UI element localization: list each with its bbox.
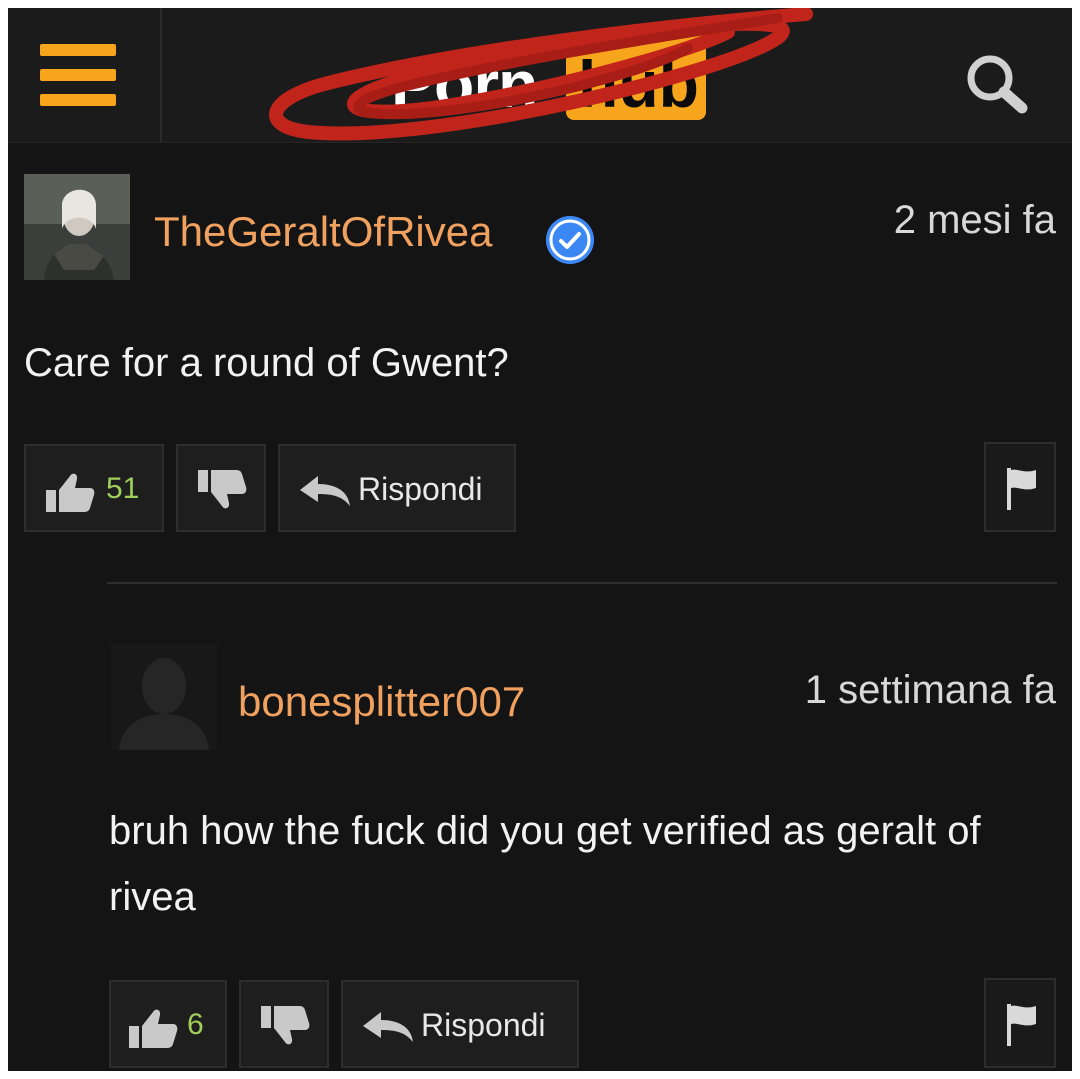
flag-button[interactable]: [984, 442, 1056, 532]
avatar-image: [24, 174, 130, 280]
comment-username[interactable]: TheGeraltOfRivea: [154, 208, 492, 256]
reply-arrow-icon: [363, 1012, 413, 1042]
reply-label: Rispondi: [358, 471, 483, 507]
verified-badge-icon: [546, 216, 594, 264]
comment-text: Care for a round of Gwent?: [24, 341, 509, 385]
search-icon[interactable]: [958, 48, 1038, 118]
top-nav-bar: Porn hub: [8, 8, 1072, 143]
flag-button[interactable]: [984, 978, 1056, 1068]
reply-button[interactable]: Rispondi: [341, 980, 579, 1068]
red-scribble-overlay: [269, 8, 813, 141]
comment-text: bruh how the fuck did you get verified a…: [109, 809, 981, 919]
like-button[interactable]: 51: [24, 444, 164, 532]
comment-timestamp: 2 mesi fa: [893, 198, 1056, 242]
thumbs-up-icon: [129, 1009, 178, 1048]
like-count: 51: [106, 472, 140, 505]
comment-username[interactable]: bonesplitter007: [238, 678, 525, 726]
reply-arrow-icon: [300, 476, 350, 506]
comment-timestamp: 1 settimana fa: [804, 668, 1056, 712]
like-button[interactable]: 6: [109, 980, 227, 1068]
reply-button[interactable]: Rispondi: [278, 444, 516, 532]
avatar[interactable]: [24, 174, 130, 280]
hamburger-menu-icon: [40, 44, 116, 56]
dislike-button[interactable]: [239, 980, 329, 1068]
dislike-button[interactable]: [176, 444, 266, 532]
reply-label: Rispondi: [421, 1007, 546, 1043]
screen: Porn hub TheGeraltOfRivea 2 mesi fa Care…: [8, 8, 1072, 1071]
like-count: 6: [187, 1008, 204, 1041]
thumbs-down-icon: [261, 1006, 310, 1045]
hamburger-menu-icon-bar: [40, 69, 116, 81]
thumbs-down-icon: [198, 470, 247, 509]
flag-icon: [1007, 468, 1036, 510]
flag-icon: [1007, 1004, 1036, 1046]
menu-button[interactable]: [8, 8, 162, 142]
avatar[interactable]: [111, 644, 217, 750]
thumbs-up-icon: [46, 473, 95, 512]
comment-divider: [107, 582, 1057, 584]
default-avatar-icon: [111, 644, 217, 750]
hamburger-menu-icon-bar: [40, 94, 116, 106]
